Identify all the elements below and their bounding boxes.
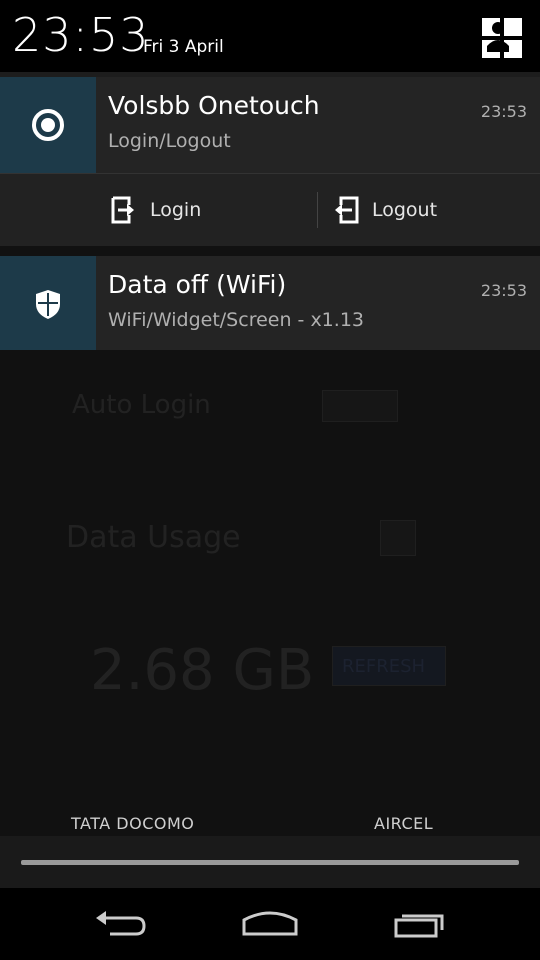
quick-settings-icon[interactable] [480,16,524,60]
recents-icon [394,914,444,938]
login-icon [111,196,134,224]
notification-subtitle: WiFi/Widget/Screen - x1.13 [108,309,364,331]
notification-icon-box [0,77,96,173]
date: Fri 3 April [143,37,224,57]
notification-title: Volsbb Onetouch [108,91,320,120]
carrier-label: AIRCEL [374,814,434,833]
navigation-bar [0,888,540,960]
login-label: Login [150,199,202,221]
login-action-button[interactable]: Login [110,174,201,246]
auto-login-toggle [322,390,398,422]
logout-label: Logout [372,199,438,221]
home-button[interactable] [234,898,306,950]
clock: 23:53 [12,8,150,62]
back-icon [96,911,146,936]
carrier-label: TATA DOCOMO [71,814,195,833]
notification-time: 23:53 [480,102,527,121]
notification-actions: Login Logout [0,173,540,246]
background-app: Auto Login Data Usage 2.68 GB REFRESH [0,350,540,810]
calendar-icon [380,520,416,556]
notification-data-off[interactable]: Data off (WiFi) WiFi/Widget/Screen - x1.… [0,256,540,350]
home-icon [242,911,298,936]
logout-icon [335,196,359,224]
notification-volsbb[interactable]: Volsbb Onetouch Login/Logout 23:53 [0,77,540,173]
recents-button[interactable] [384,898,456,950]
radio-button-icon [32,109,64,141]
data-usage-label: Data Usage [66,520,241,555]
notification-subtitle: Login/Logout [108,130,231,152]
usage-value: 2.68 GB [90,638,315,703]
notification-header: 23:53 Fri 3 April [0,0,540,72]
back-button[interactable] [84,898,156,950]
action-divider [317,192,318,228]
logout-action-button[interactable]: Logout [332,174,437,246]
auto-login-label: Auto Login [72,390,211,420]
notification-icon-box [0,256,96,350]
drag-handle[interactable] [21,860,519,865]
shield-icon [36,290,60,319]
shade-drag-area[interactable] [0,836,540,888]
refresh-label: REFRESH [342,656,426,677]
notification-title: Data off (WiFi) [108,270,287,299]
notification-time: 23:53 [480,281,527,300]
